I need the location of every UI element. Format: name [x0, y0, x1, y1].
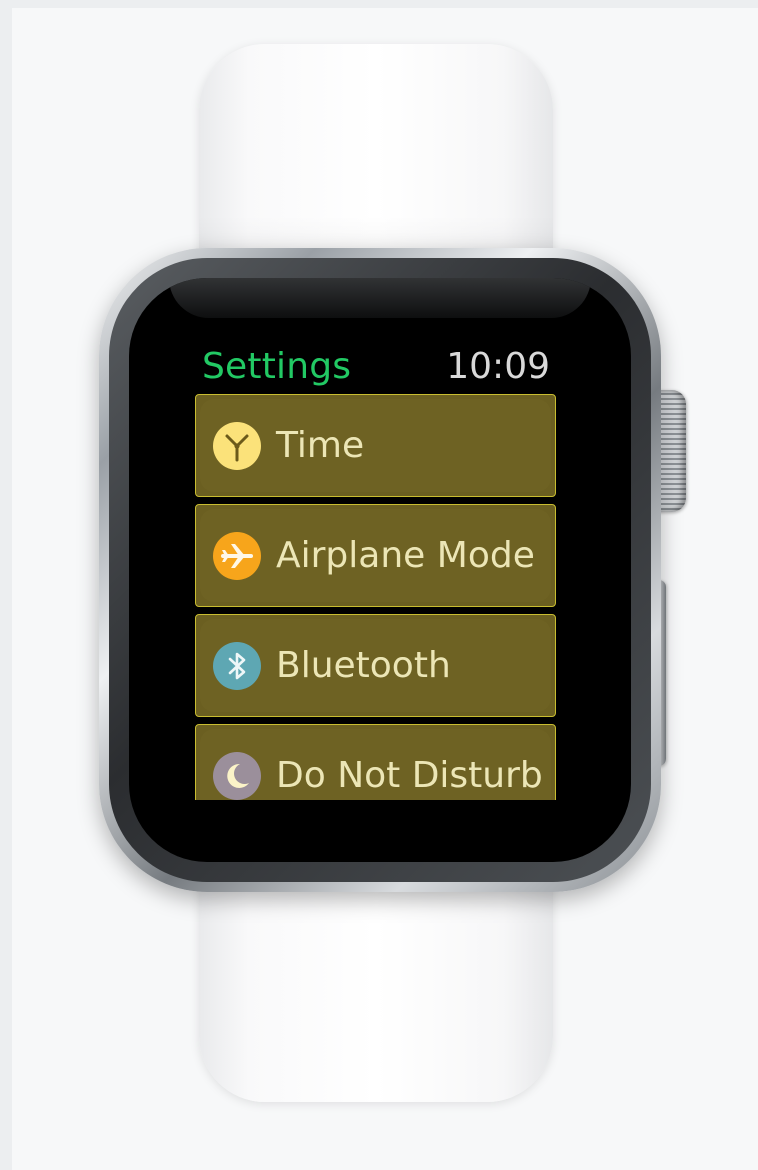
- settings-item-time[interactable]: Time: [195, 394, 556, 497]
- app-title[interactable]: Settings: [202, 344, 351, 390]
- settings-item-bluetooth[interactable]: Bluetooth: [195, 614, 556, 717]
- settings-item-do-not-disturb[interactable]: Do Not Disturb: [195, 724, 556, 800]
- moon-icon: [213, 752, 261, 800]
- settings-item-label: Bluetooth: [276, 645, 451, 686]
- status-time: 10:09: [446, 346, 550, 387]
- glass-reflection: [169, 278, 591, 318]
- bluetooth-icon: [213, 642, 261, 690]
- page: Settings 10:09 Time Airplane Mode Blueto…: [0, 0, 758, 1170]
- clock-icon: [213, 422, 261, 470]
- settings-item-label: Do Not Disturb: [276, 755, 543, 796]
- airplane-icon: [213, 532, 261, 580]
- settings-item-label: Airplane Mode: [276, 535, 535, 576]
- status-bar: Settings 10:09: [202, 344, 554, 390]
- settings-item-label: Time: [276, 425, 365, 466]
- settings-item-airplane-mode[interactable]: Airplane Mode: [195, 504, 556, 607]
- settings-list[interactable]: Time Airplane Mode Bluetooth Do Not Dist…: [195, 394, 558, 800]
